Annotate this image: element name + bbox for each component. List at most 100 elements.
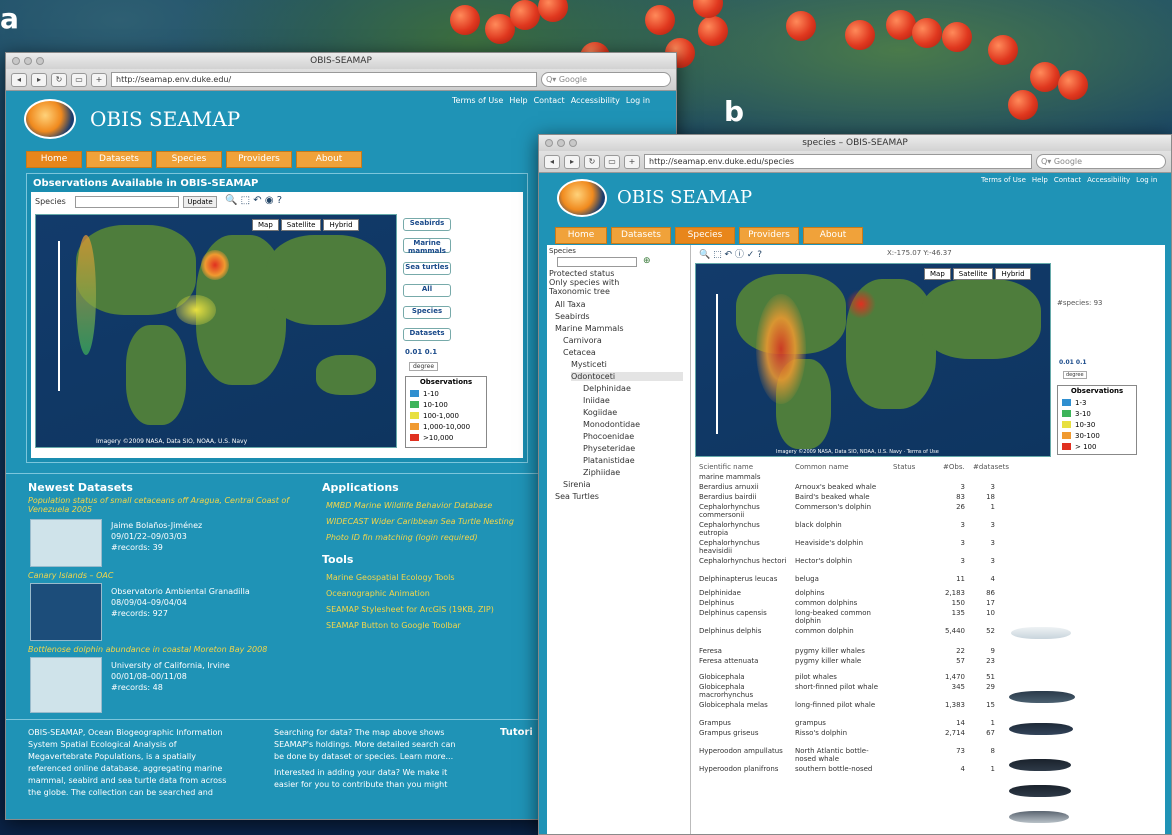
undo-icon[interactable]: ↶ — [724, 250, 732, 260]
col-status[interactable]: Status — [893, 463, 915, 471]
table-row[interactable]: Hyperoodon planifrons southern bottle-nos… — [699, 765, 1159, 775]
nav-providers[interactable]: Providers — [226, 151, 292, 168]
table-row[interactable]: Feresa attenuata pygmy killer whale 57 23 — [699, 657, 1159, 673]
observation-map[interactable]: Map Satellite Hybrid Imagery ©2009 NASA,… — [35, 214, 397, 448]
tree-item[interactable]: Kogiidae — [583, 408, 617, 417]
nav-datasets[interactable]: Datasets — [611, 227, 671, 244]
reload-icon[interactable]: ↻ — [584, 154, 600, 169]
zoom-icon[interactable]: 🔍 — [699, 250, 710, 260]
species-input[interactable] — [75, 196, 179, 208]
dataset-1-thumbnail[interactable] — [30, 519, 102, 567]
add-icon[interactable]: + — [91, 72, 107, 87]
nav-datasets[interactable]: Datasets — [86, 151, 152, 168]
site-logo-text[interactable]: OBIS SEAMAP — [617, 187, 752, 208]
table-row[interactable]: Berardius bairdii Baird's beaked whale 83 1… — [699, 493, 1159, 503]
stat-all-button[interactable]: All — [403, 284, 451, 297]
forward-icon[interactable]: ▸ — [564, 154, 580, 169]
stat-datasets-button[interactable]: Datasets — [403, 328, 451, 341]
tree-item[interactable]: Cetacea — [563, 348, 596, 357]
col-common[interactable]: Common name — [795, 463, 849, 471]
top-link-login[interactable]: Log in — [1136, 176, 1157, 184]
address-bar[interactable]: http://seamap.env.duke.edu/species — [644, 154, 1032, 169]
top-link-terms[interactable]: Terms of Use — [981, 176, 1026, 184]
top-link-accessibility[interactable]: Accessibility — [571, 96, 620, 105]
map-type-satellite[interactable]: Satellite — [952, 268, 994, 280]
filter-only-species[interactable]: Only species with — [549, 278, 619, 287]
tool-link-2[interactable]: Oceanographic Animation — [326, 589, 430, 598]
back-icon[interactable]: ◂ — [11, 72, 27, 87]
tree-item[interactable]: Iniidae — [583, 396, 610, 405]
stat-species-button[interactable]: Species — [403, 306, 451, 319]
species-map[interactable]: Map Satellite Hybrid Imagery ©2009 NASA,… — [695, 263, 1051, 457]
select-box-icon[interactable]: ⬚ — [713, 250, 722, 260]
seamap-logo-icon[interactable] — [24, 99, 76, 139]
dataset-3-thumbnail[interactable] — [30, 657, 102, 713]
filter-taxonomic-tree[interactable]: Taxonomic tree — [549, 287, 610, 296]
top-link-login[interactable]: Log in — [626, 96, 650, 105]
degree-selector[interactable]: degree — [1063, 371, 1087, 379]
tree-item[interactable]: Carnivora — [563, 336, 602, 345]
top-link-accessibility[interactable]: Accessibility — [1087, 176, 1130, 184]
nav-species[interactable]: Species — [675, 227, 735, 244]
undo-icon[interactable]: ↶ — [253, 195, 261, 206]
stat-turtles-button[interactable]: Sea turtles — [403, 262, 451, 275]
table-row[interactable]: Delphinus capensis long-beaked common dol… — [699, 609, 1159, 627]
update-button[interactable]: Update — [183, 196, 217, 208]
sidebar-search-icon[interactable]: ⊕ — [643, 256, 651, 266]
traffic-lights[interactable] — [12, 57, 44, 65]
select-box-icon[interactable]: ⬚ — [241, 195, 250, 206]
col-obs[interactable]: #Obs. — [943, 463, 965, 471]
map-type-map[interactable]: Map — [924, 268, 951, 280]
table-row[interactable]: Hyperoodon ampullatus North Atlantic bott… — [699, 747, 1159, 765]
tree-item[interactable]: All Taxa — [555, 300, 586, 309]
check-icon[interactable]: ✓ — [747, 250, 755, 260]
tree-item[interactable]: Phocoenidae — [583, 432, 634, 441]
back-icon[interactable]: ◂ — [544, 154, 560, 169]
bookmark-icon[interactable]: ▭ — [71, 72, 87, 87]
browser-search-field[interactable]: Q▾ Google — [1036, 154, 1166, 169]
table-row[interactable]: Berardius arnuxii Arnoux's beaked whale 3 3 — [699, 483, 1159, 493]
tree-item[interactable]: Monodontidae — [583, 420, 640, 429]
tree-item[interactable]: Delphinidae — [583, 384, 631, 393]
table-row[interactable]: Grampus griseus Risso's dolphin 2,714 67 — [699, 729, 1159, 747]
col-scientific[interactable]: Scientific name — [699, 463, 753, 471]
sidebar-species-input[interactable] — [557, 257, 637, 267]
table-row[interactable]: marine mammals — [699, 473, 1159, 483]
app-link-2[interactable]: WIDECAST Wider Caribbean Sea Turtle Nest… — [326, 517, 514, 526]
dataset-3-title[interactable]: Bottlenose dolphin abundance in coastal … — [28, 645, 267, 654]
zoom-slider[interactable] — [58, 241, 68, 391]
nav-home[interactable]: Home — [555, 227, 607, 244]
table-row[interactable]: Cephalorhynchus hectori Hector's dolphin 3… — [699, 557, 1159, 575]
help-icon[interactable]: ? — [277, 195, 282, 206]
forward-icon[interactable]: ▸ — [31, 72, 47, 87]
tool-link-4[interactable]: SEAMAP Button to Google Toolbar — [326, 621, 461, 630]
map-type-hybrid[interactable]: Hybrid — [323, 219, 359, 231]
bookmark-icon[interactable]: ▭ — [604, 154, 620, 169]
top-link-help[interactable]: Help — [509, 96, 527, 105]
tree-item[interactable]: Sirenia — [563, 480, 591, 489]
nav-species[interactable]: Species — [156, 151, 222, 168]
traffic-lights[interactable] — [545, 139, 577, 147]
table-row[interactable]: Globicephala pilot whales 1,470 51 — [699, 673, 1159, 683]
globe-icon[interactable]: ◉ — [265, 195, 274, 206]
table-row[interactable]: Delphinus common dolphins 150 17 — [699, 599, 1159, 609]
nav-about[interactable]: About — [803, 227, 863, 244]
top-link-contact[interactable]: Contact — [534, 96, 565, 105]
site-logo-text[interactable]: OBIS SEAMAP — [90, 107, 240, 131]
nav-providers[interactable]: Providers — [739, 227, 799, 244]
add-icon[interactable]: + — [624, 154, 640, 169]
top-link-help[interactable]: Help — [1032, 176, 1048, 184]
tree-item[interactable]: Mysticeti — [571, 360, 607, 369]
tree-item[interactable]: Sea Turtles — [555, 492, 599, 501]
table-row[interactable]: Globicephala macrorhynchus short-finned p… — [699, 683, 1159, 701]
table-row[interactable]: Cephalorhynchus commersonii Commerson's d… — [699, 503, 1159, 521]
stat-mammals-button[interactable]: Marine mammals — [403, 238, 451, 255]
tree-item[interactable]: Marine Mammals — [555, 324, 624, 333]
zoom-slider[interactable] — [716, 294, 718, 434]
reload-icon[interactable]: ↻ — [51, 72, 67, 87]
help-icon[interactable]: ? — [757, 250, 762, 260]
browser-search-field[interactable]: Q▾ Google — [541, 72, 671, 87]
map-type-map[interactable]: Map — [252, 219, 279, 231]
tree-item[interactable]: Physeteridae — [583, 444, 635, 453]
tree-item[interactable]: Ziphiidae — [583, 468, 620, 477]
